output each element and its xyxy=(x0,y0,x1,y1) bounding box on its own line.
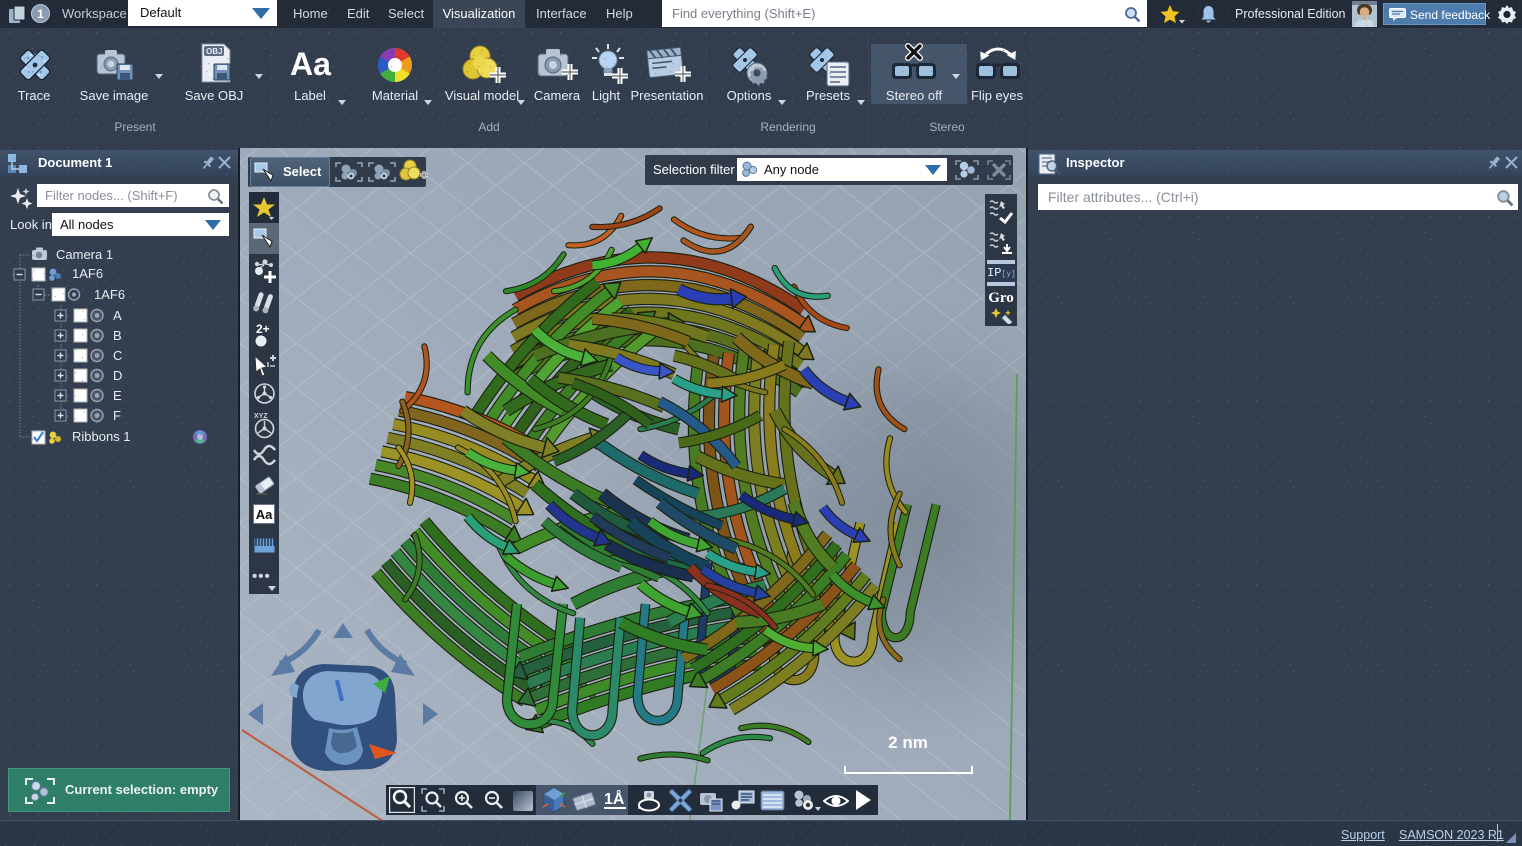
svg-text:OBJ: OBJ xyxy=(206,47,222,56)
svg-text:2 nm: 2 nm xyxy=(888,733,928,752)
svg-text:2+: 2+ xyxy=(256,322,270,336)
svg-text:1Å: 1Å xyxy=(604,789,625,808)
